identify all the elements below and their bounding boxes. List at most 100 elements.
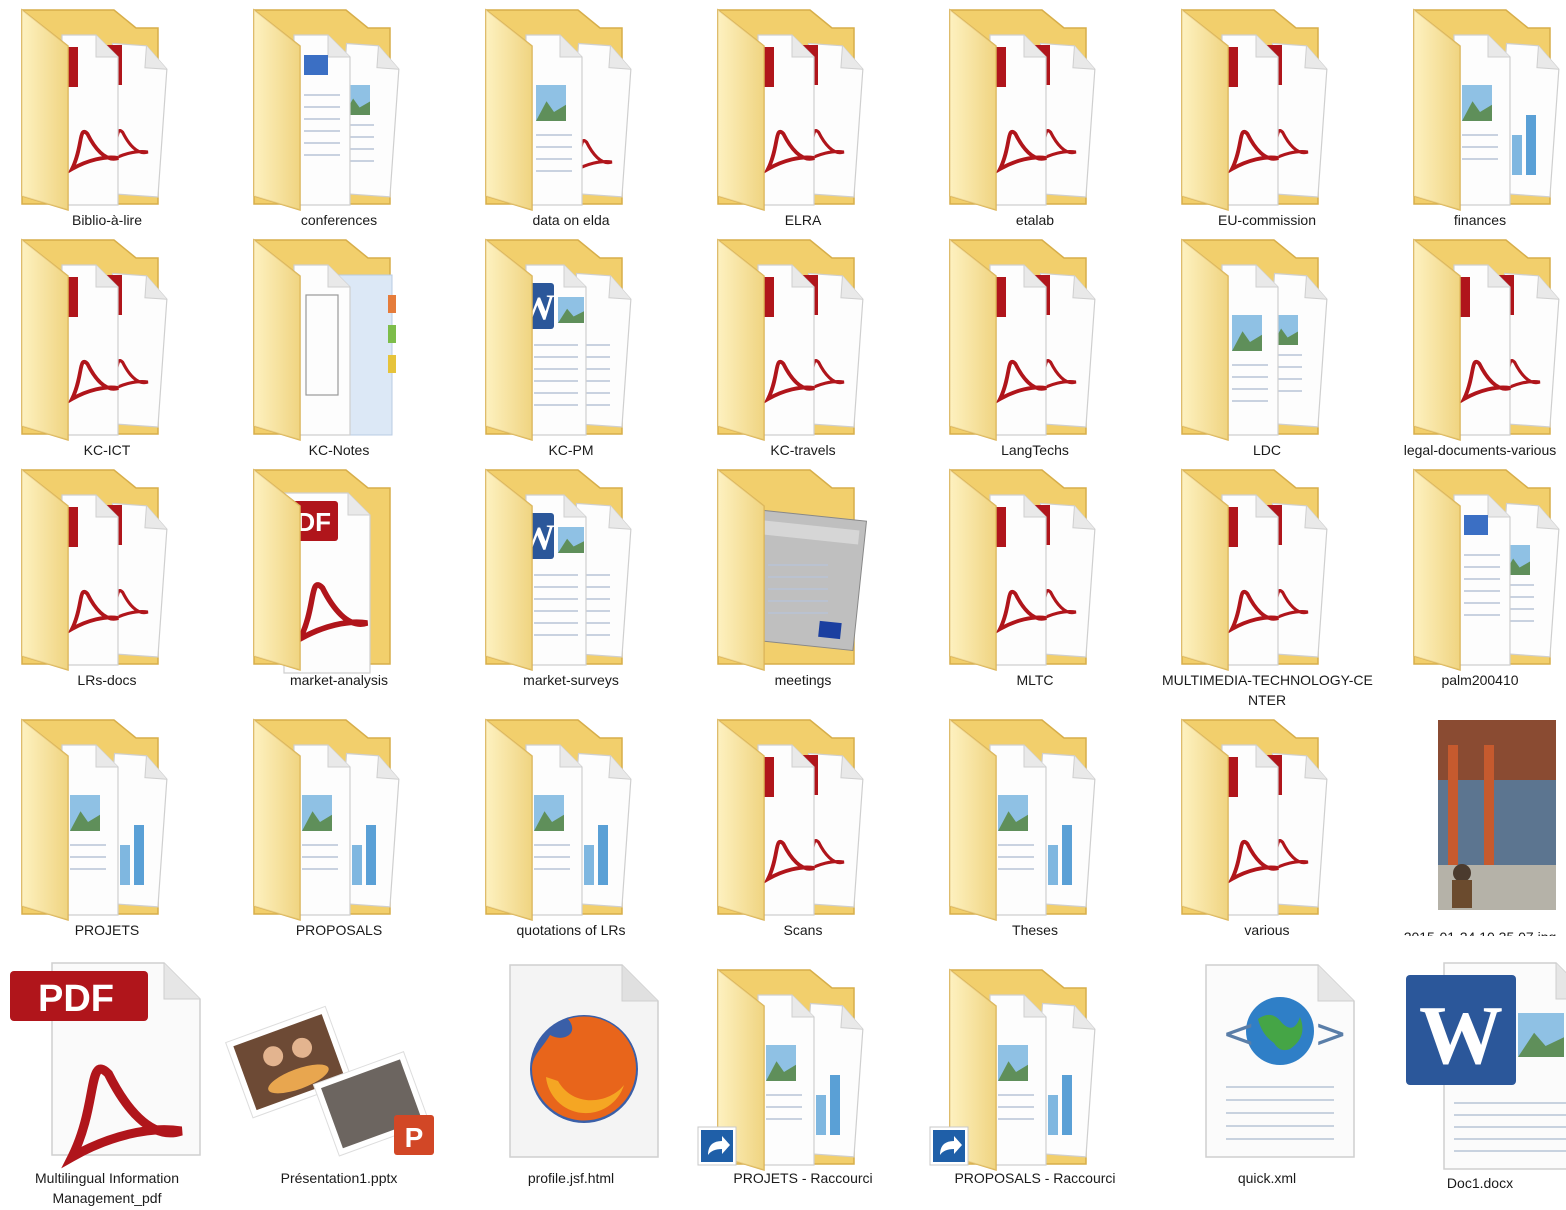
file-item-label: 2015-01-24 10.35.07.jpg (1394, 927, 1566, 936)
folder-pdf-icon (21, 238, 168, 442)
file-item[interactable]: Scans (698, 715, 908, 945)
folder-chart-icon (253, 718, 400, 922)
svg-text:<: < (1222, 1011, 1256, 1057)
file-item[interactable]: profile.jsf.html (466, 964, 676, 1195)
file-item-label: market-analysis (289, 672, 389, 688)
file-item-label-line: NTER (1247, 692, 1287, 708)
folder-shortcut-icon (929, 968, 1096, 1172)
folder-pdf-icon (1181, 8, 1328, 212)
file-item[interactable]: Theses (930, 715, 1140, 945)
file-item[interactable]: PROPOSALS (234, 715, 444, 945)
folder-chart-icon (485, 718, 632, 922)
folder-notes-icon (253, 238, 396, 442)
file-item-label: market-surveys (523, 672, 619, 688)
file-item-label: Doc1.docx (1446, 1175, 1514, 1191)
file-item-label: quotations of LRs (516, 922, 626, 938)
file-item-label-line: Multilingual Information (35, 1170, 179, 1186)
file-item[interactable]: KC-travels (698, 235, 908, 465)
file-item[interactable]: LRs-docs (2, 465, 212, 695)
file-item[interactable]: LangTechs (930, 235, 1140, 465)
file-item[interactable]: data on elda (466, 5, 676, 235)
file-item[interactable]: conferences (234, 5, 444, 235)
file-item[interactable]: finances (1394, 5, 1566, 235)
file-item-label: Theses (1012, 922, 1058, 938)
file-item[interactable]: palm200410 (1394, 465, 1566, 695)
file-item[interactable]: MULTIMEDIA-TECHNOLOGY-CE NTER (1162, 465, 1373, 708)
file-item-label: ELRA (784, 212, 822, 228)
folder-pdf-icon (949, 468, 1096, 672)
folder-pdf-icon (21, 8, 168, 212)
file-item-label: EU-commission (1217, 212, 1316, 228)
file-item-label: Présentation1.pptx (280, 1170, 398, 1186)
file-item-label: LDC (1252, 442, 1281, 458)
file-item[interactable]: P Présentation1.pptx (225, 965, 444, 1195)
svg-text:W: W (1419, 989, 1503, 1082)
folder-docs-icon (253, 8, 400, 212)
folder-chart-icon (21, 718, 168, 922)
folder-docs-icon (1413, 468, 1560, 672)
file-item-label: PROJETS (74, 922, 140, 938)
file-item[interactable]: < > quick.xml (1162, 964, 1372, 1195)
folder-chart-icon (1413, 8, 1560, 212)
file-item[interactable]: meetings (698, 465, 908, 695)
folder-pdf-large-icon: PDF (253, 468, 391, 674)
file-item-label: PROPOSALS - Raccourci (954, 1170, 1116, 1186)
pdf-file-icon: PDF (10, 962, 201, 1169)
file-item[interactable]: PROPOSALS - Raccourci (929, 965, 1140, 1195)
file-item[interactable]: KC-ICT (2, 235, 212, 465)
file-item[interactable]: 2015-01-24 10.35.07.jpg (1394, 715, 1566, 945)
folder-pdf-icon (717, 8, 864, 212)
file-item[interactable]: PROJETS (2, 715, 212, 945)
file-item[interactable]: LDC (1162, 235, 1372, 465)
svg-text:PDF: PDF (38, 978, 114, 1020)
file-item[interactable]: PDF market-analysis (234, 465, 444, 695)
file-item[interactable]: W Doc1.docx (1394, 962, 1566, 1195)
file-item-label: meetings (774, 672, 832, 688)
file-item[interactable]: quotations of LRs (466, 715, 676, 945)
file-item[interactable]: ELRA (698, 5, 908, 235)
file-item-label: Multilingual Information Management_pdf (2, 1168, 212, 1208)
file-item[interactable]: W KC-PM (466, 235, 676, 465)
file-item[interactable]: Biblio-à-lire (2, 5, 212, 235)
file-item-label: MLTC (1016, 672, 1054, 688)
folder-word-icon: W (485, 238, 632, 442)
file-item-label: MULTIMEDIA-TECHNOLOGY-CE NTER (1162, 670, 1373, 710)
file-item-label: conferences (300, 212, 378, 228)
file-item[interactable]: various (1162, 715, 1372, 945)
file-item-label: profile.jsf.html (527, 1170, 615, 1186)
svg-text:P: P (405, 1122, 424, 1153)
folder-pdf-icon (1181, 718, 1328, 922)
folder-pdf-icon (717, 718, 864, 922)
file-item[interactable]: MLTC (930, 465, 1140, 695)
file-item-label: etalab (1015, 212, 1055, 228)
file-item-label: data on elda (532, 212, 610, 228)
svg-text:>: > (1314, 1011, 1348, 1057)
file-item[interactable]: PDF Multilingual Information Management_p… (2, 962, 212, 1206)
file-item[interactable]: EU-commission (1162, 5, 1372, 235)
file-item-label: Scans (783, 922, 823, 938)
file-item-label: Biblio-à-lire (71, 212, 143, 228)
file-item[interactable]: etalab (930, 5, 1140, 235)
file-item-label: KC-Notes (308, 442, 370, 458)
file-item[interactable]: legal-documents-various (1394, 235, 1566, 465)
file-item-label: finances (1453, 212, 1507, 228)
file-item[interactable]: KC-Notes (234, 235, 444, 465)
folder-pdf-icon (717, 238, 864, 442)
file-item[interactable]: W market-surveys (466, 465, 676, 695)
file-item-label: quick.xml (1237, 1170, 1297, 1186)
folder-word-icon: W (485, 468, 632, 672)
folder-pdf-icon (1181, 468, 1328, 672)
file-item[interactable]: PROJETS - Raccourci (697, 965, 908, 1195)
folder-pdf-icon (1413, 238, 1560, 442)
xml-file-icon: < > (1205, 964, 1355, 1158)
folder-pdf-icon (949, 238, 1096, 442)
file-item-label-line: Management_pdf (52, 1190, 162, 1206)
file-item-label: various (1244, 922, 1290, 938)
folder-slide-icon (717, 468, 868, 672)
file-item-label: KC-travels (770, 442, 836, 458)
file-item-label: PROJETS - Raccourci (733, 1170, 873, 1186)
file-item-label-line: MULTIMEDIA-TECHNOLOGY-CE (1162, 672, 1373, 688)
word-file-icon: W (1406, 962, 1566, 1170)
folder-pdf-icon (949, 8, 1096, 212)
firefox-html-icon (509, 964, 659, 1158)
